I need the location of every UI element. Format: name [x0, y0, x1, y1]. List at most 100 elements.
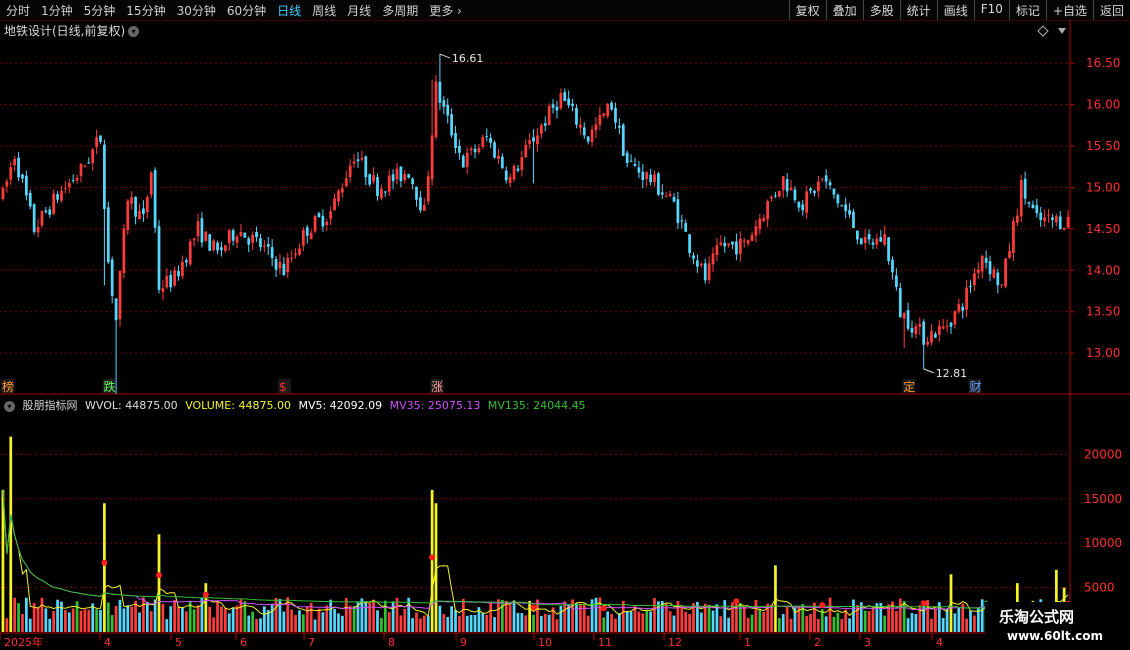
toolbar-button-4[interactable]: 画线: [936, 0, 974, 20]
candle-body: [848, 210, 851, 215]
candle-body: [914, 326, 918, 335]
period-tab-5[interactable]: 60分钟: [227, 2, 266, 19]
candle-body: [602, 113, 606, 116]
toolbar-button-2[interactable]: 多股: [862, 0, 900, 20]
volume-bar: [723, 600, 727, 632]
volume-bar: [735, 599, 738, 632]
volume-bar: [364, 601, 368, 632]
volume-bar: [122, 608, 126, 632]
candle-body: [192, 238, 196, 241]
volume-bar: [446, 616, 450, 632]
period-tab-10[interactable]: 更多 ›: [429, 2, 462, 19]
volume-bar: [110, 615, 114, 632]
volume-bar: [750, 614, 754, 632]
volume-bar: [181, 607, 184, 632]
candle-body: [672, 196, 676, 202]
volume-bar: [653, 598, 656, 632]
candle-body: [731, 241, 734, 245]
volume-bar: [742, 606, 746, 632]
candle-body: [555, 106, 559, 111]
volume-bar: [344, 597, 348, 632]
candle-body: [520, 157, 524, 171]
candle-body: [446, 104, 450, 116]
volume-bar: [192, 609, 196, 632]
period-tab-2[interactable]: 5分钟: [84, 2, 116, 19]
volume-bar: [380, 617, 383, 632]
volume-bar: [957, 607, 961, 632]
volume-bar: [270, 603, 274, 632]
candle-body: [528, 140, 532, 145]
toolbar-button-1[interactable]: 叠加: [825, 0, 863, 20]
volume-bar: [754, 599, 758, 632]
candle-body: [953, 311, 957, 325]
volume-bar: [711, 610, 715, 632]
candle-body: [746, 240, 750, 244]
price-tick-label: 14.00: [1086, 263, 1120, 277]
candle-body: [547, 105, 551, 126]
candle-body: [469, 148, 473, 151]
volume-bar: [699, 612, 703, 632]
volume-bar: [356, 602, 360, 632]
volume-bar: [563, 601, 567, 632]
candle-body: [5, 181, 9, 187]
candle-body: [36, 227, 40, 233]
volume-bar: [941, 617, 945, 632]
candle-body: [969, 286, 972, 288]
volume-bar: [914, 614, 918, 632]
toolbar-button-0[interactable]: 复权: [788, 0, 826, 20]
candle-body: [465, 152, 469, 167]
volume-bar: [173, 600, 176, 632]
candle-body: [122, 228, 126, 273]
volume-bar: [524, 615, 528, 632]
candle-body: [937, 325, 941, 335]
candle-body: [255, 232, 258, 238]
period-tab-1[interactable]: 1分钟: [41, 2, 73, 19]
candle-body: [750, 234, 754, 241]
candle-body: [383, 191, 387, 193]
volume-bar: [965, 618, 968, 632]
candle-body: [223, 245, 227, 251]
candle-body: [508, 176, 512, 184]
toolbar-button-6[interactable]: 标记: [1008, 0, 1046, 20]
signal-dot: [202, 591, 209, 598]
volume-bar: [9, 436, 13, 632]
candle-body: [571, 103, 574, 107]
candle-body: [91, 149, 95, 163]
candle-body: [438, 81, 442, 103]
candle-body: [536, 135, 539, 145]
volume-bar: [239, 599, 243, 632]
period-tab-8[interactable]: 月线: [347, 2, 371, 19]
candle-body: [173, 270, 176, 286]
toolbar-button-8[interactable]: 返回: [1092, 0, 1130, 20]
watermark-url: www.60lt.com: [1007, 629, 1104, 643]
toolbar-button-3[interactable]: 统计: [899, 0, 937, 20]
period-tab-0[interactable]: 分时: [6, 2, 30, 19]
candle-body: [832, 188, 836, 195]
toolbar-button-7[interactable]: +自选: [1045, 0, 1093, 20]
volume-bar: [945, 609, 949, 632]
period-tab-4[interactable]: 30分钟: [177, 2, 216, 19]
diamond-icon: [1037, 25, 1049, 37]
volume-bar: [684, 611, 688, 632]
period-tab-9[interactable]: 多周期: [382, 2, 418, 19]
time-tick-label: 7: [308, 636, 315, 649]
vol-tick-label: 20000: [1084, 447, 1122, 461]
candle-body: [184, 260, 188, 263]
candle-body: [906, 310, 910, 329]
volume-bar: [719, 616, 723, 632]
volume-bar: [816, 618, 820, 632]
candle-body: [621, 124, 625, 156]
volume-bar: [934, 608, 937, 632]
period-tab-6[interactable]: 日线: [277, 2, 301, 19]
candle-body: [789, 187, 793, 191]
volume-bar: [910, 613, 914, 632]
toolbar-button-5[interactable]: F10: [973, 0, 1009, 20]
candle-body: [684, 223, 688, 232]
volume-bar: [399, 615, 403, 632]
volume-bar: [469, 614, 473, 632]
period-tab-3[interactable]: 15分钟: [126, 2, 165, 19]
volume-bar: [645, 609, 649, 632]
period-tab-7[interactable]: 周线: [312, 2, 336, 19]
candle-body: [17, 157, 20, 178]
stock-chart[interactable]: 16.50 16.00 15.50 15.00 14.50 14.00 13.50 13.00…: [0, 20, 1130, 650]
